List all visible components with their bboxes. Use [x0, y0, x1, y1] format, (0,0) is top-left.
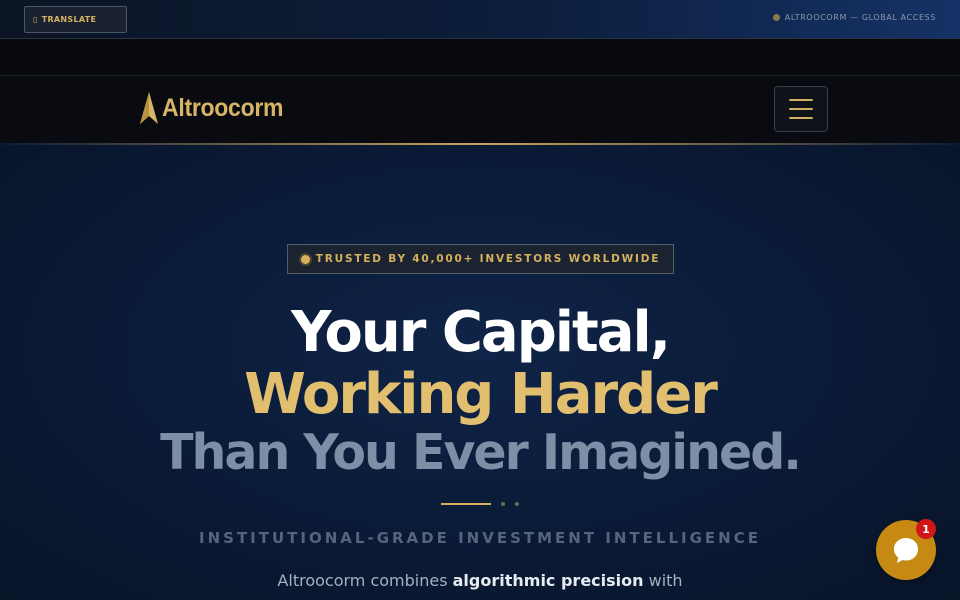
hamburger-icon-bar — [789, 117, 813, 119]
global-access-label: ALTROOCORM — GLOBAL ACCESS — [772, 13, 936, 22]
chat-bubble-icon — [894, 538, 918, 563]
hero-subtitle: INSTITUTIONAL-GRADE INVESTMENT INTELLIGE… — [199, 529, 761, 547]
trust-badge-text: TRUSTED BY 40,000+ INVESTORS WORLDWIDE — [315, 253, 661, 265]
global-access-text: ALTROOCORM — GLOBAL ACCESS — [784, 13, 936, 22]
headline-line-3: Than You Ever Imagined. — [160, 424, 802, 481]
badge-dot-icon — [300, 254, 310, 264]
translate-icon: ▯ — [33, 15, 38, 24]
hamburger-icon-bar — [789, 108, 813, 110]
hamburger-icon-bar — [789, 99, 813, 101]
hero-description: Altroocorm combines algorithmic precisio… — [0, 571, 960, 590]
menu-toggle-button[interactable] — [774, 86, 828, 132]
hero-section: TRUSTED BY 40,000+ INVESTORS WORLDWIDE Y… — [0, 145, 960, 600]
header-spacer — [0, 39, 960, 76]
divider-dot — [515, 502, 519, 506]
divider-bar — [441, 503, 491, 505]
hero-divider — [441, 502, 519, 506]
divider-dot — [501, 502, 505, 506]
translate-label: TRANSLATE — [41, 15, 97, 24]
status-dot-icon — [772, 14, 780, 21]
brand-name: Altroocorm — [162, 93, 284, 122]
brand-logo-link[interactable]: Altroocorm — [140, 92, 294, 124]
desc-text-bold: algorithmic precision — [452, 571, 644, 590]
top-utility-bar: ▯ TRANSLATE ALTROOCORM — GLOBAL ACCESS — [0, 0, 960, 39]
chat-notification-badge: 1 — [916, 519, 936, 539]
headline-line-2: Working Harder — [244, 362, 718, 427]
brand-logo-icon — [140, 92, 158, 124]
translate-button[interactable]: ▯ TRANSLATE — [24, 6, 127, 33]
headline-line-1: Your Capital, — [290, 300, 671, 365]
trust-badge: TRUSTED BY 40,000+ INVESTORS WORLDWIDE — [287, 244, 674, 274]
desc-text-end: with — [643, 571, 683, 590]
desc-text-start: Altroocorm combines — [277, 571, 453, 590]
